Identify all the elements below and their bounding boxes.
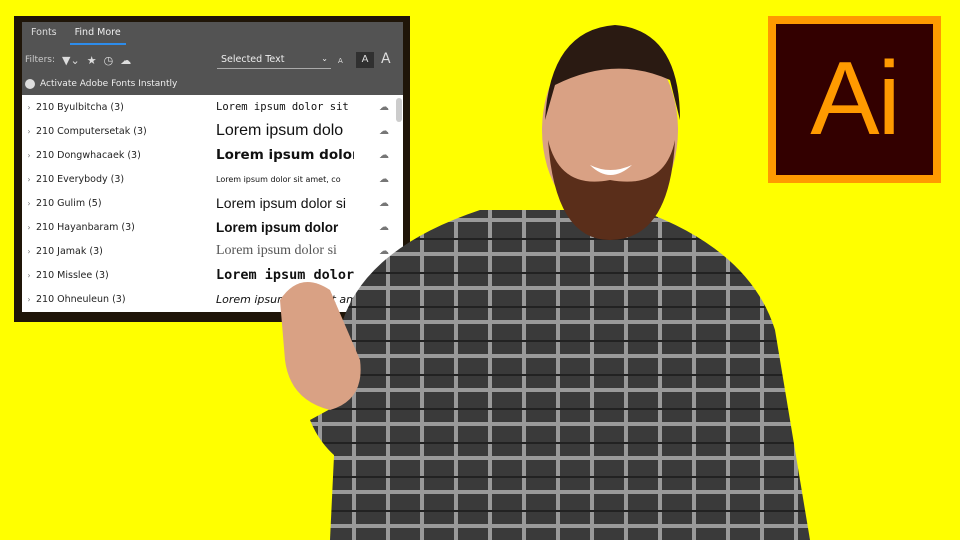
- font-name: 210 Computersetak (3): [36, 125, 147, 137]
- tab-fonts[interactable]: Fonts: [22, 22, 66, 46]
- chevron-right-icon[interactable]: ›: [22, 295, 36, 304]
- chevron-right-icon[interactable]: ›: [22, 103, 36, 112]
- chevron-right-icon[interactable]: ›: [22, 199, 36, 208]
- font-name: 210 Ohneuleun (3): [36, 293, 126, 305]
- chevron-right-icon[interactable]: ›: [22, 223, 36, 232]
- chevron-right-icon[interactable]: ›: [22, 175, 36, 184]
- tab-find-more[interactable]: Find More: [66, 22, 130, 46]
- clock-icon[interactable]: ◷: [104, 54, 114, 67]
- chevron-right-icon[interactable]: ›: [22, 271, 36, 280]
- cloud-check-icon[interactable]: ☁: [120, 54, 131, 67]
- chevron-right-icon[interactable]: ›: [22, 247, 36, 256]
- font-name: 210 Misslee (3): [36, 269, 109, 281]
- chevron-right-icon[interactable]: ›: [22, 127, 36, 136]
- star-icon[interactable]: ★: [87, 54, 97, 67]
- font-name: 210 Jamak (3): [36, 245, 103, 257]
- font-name: 210 Byulbitcha (3): [36, 101, 124, 113]
- activate-label: Activate Adobe Fonts Instantly: [40, 79, 178, 89]
- filter-icon[interactable]: ▼⌄: [62, 54, 80, 67]
- presenter-photo: [280, 25, 810, 540]
- logo-text: Ai: [776, 24, 933, 175]
- creative-cloud-icon: [25, 79, 35, 89]
- font-name: 210 Gulim (5): [36, 197, 102, 209]
- font-name: 210 Everybody (3): [36, 173, 125, 185]
- chevron-right-icon[interactable]: ›: [22, 151, 36, 160]
- font-name: 210 Hayanbaram (3): [36, 221, 135, 233]
- filters-label: Filters:: [25, 55, 56, 65]
- font-name: 210 Dongwhacaek (3): [36, 149, 141, 161]
- adobe-illustrator-logo: Ai: [768, 16, 941, 183]
